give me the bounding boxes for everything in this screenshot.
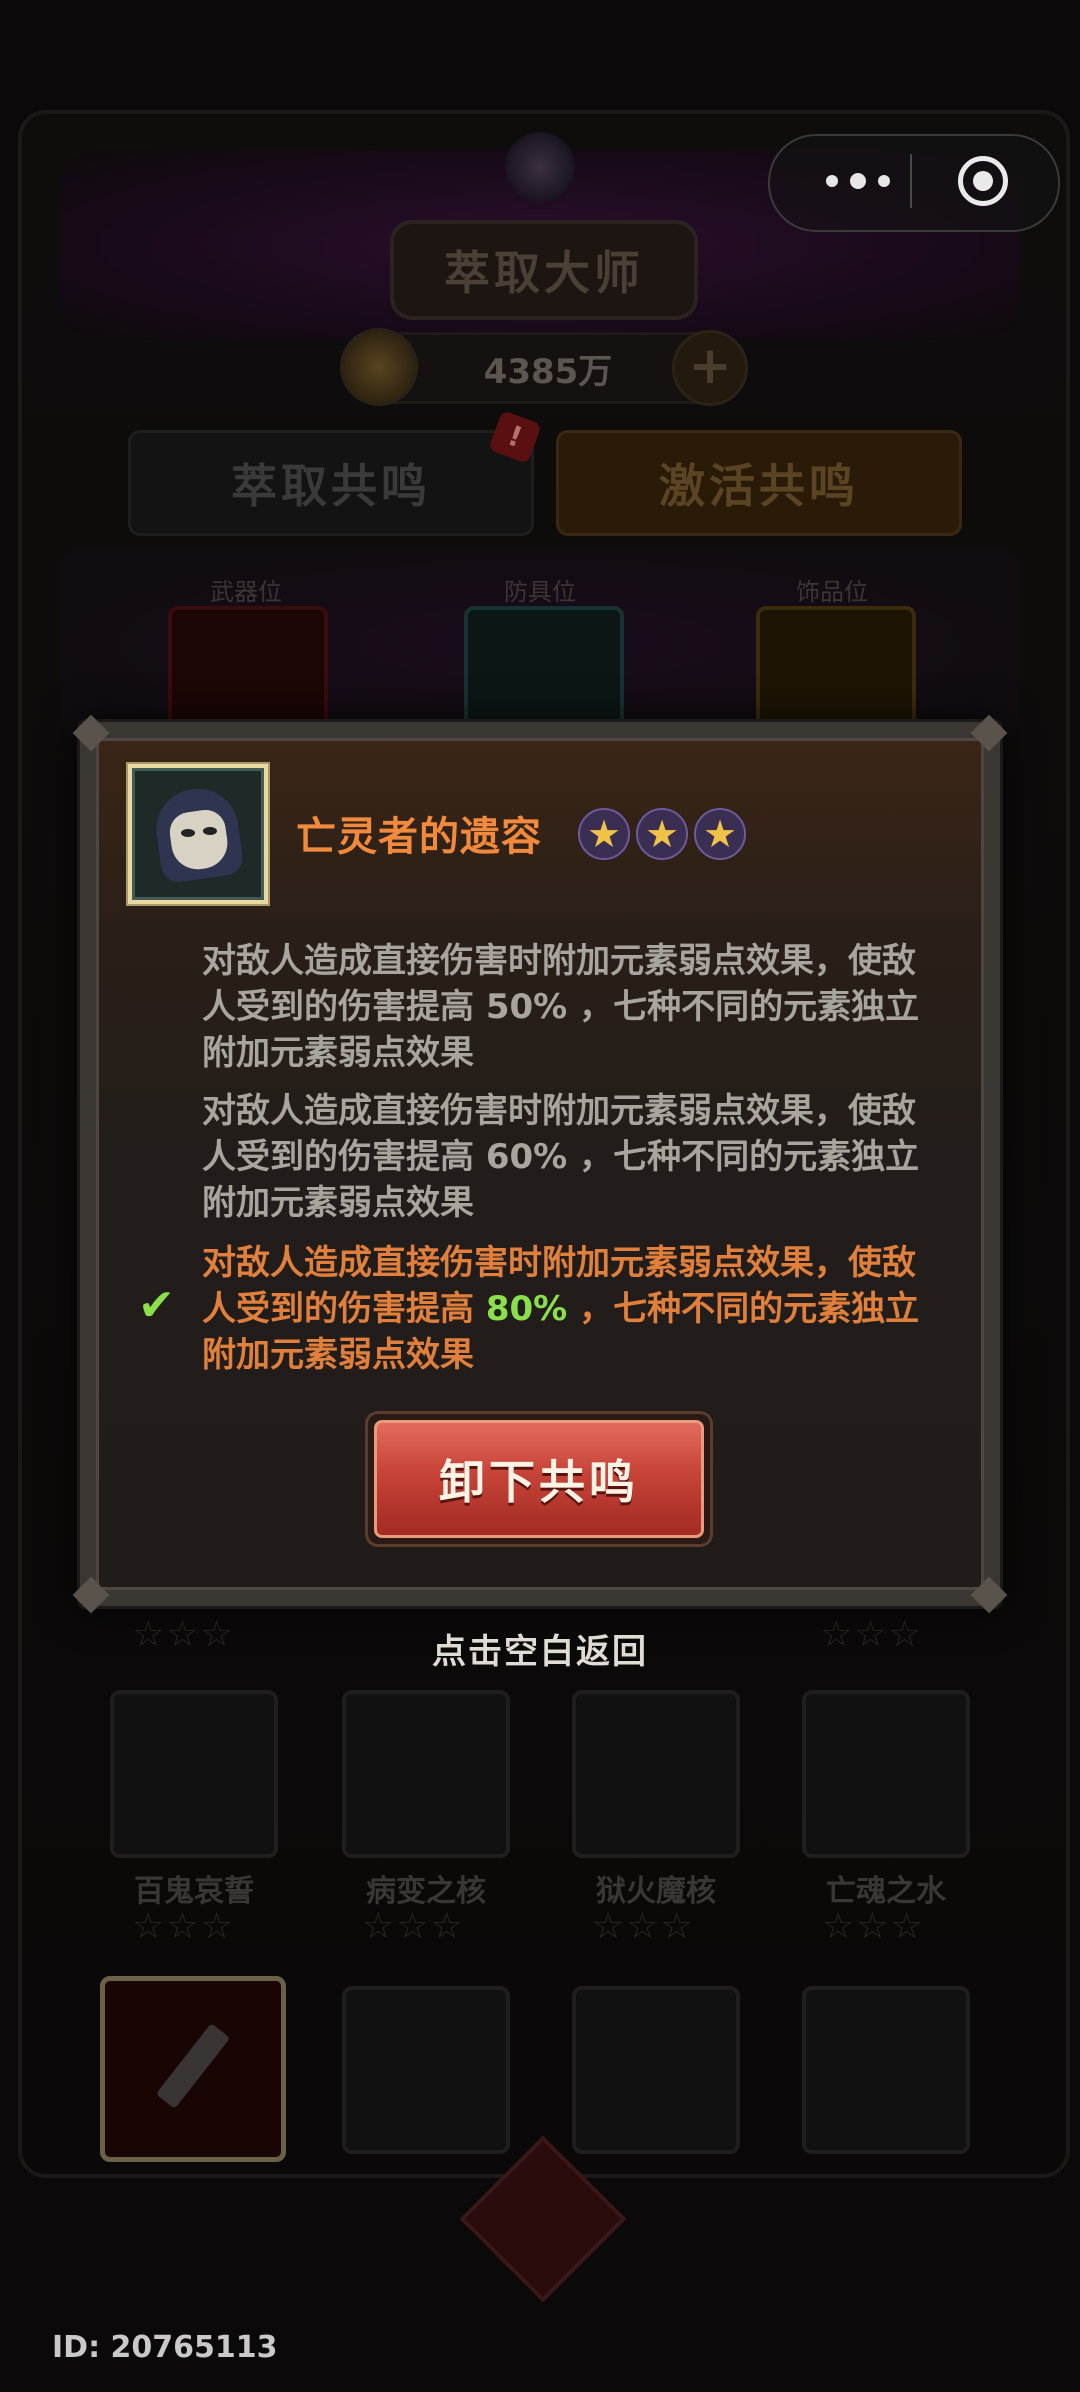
selected-item-card[interactable] (100, 1976, 286, 2162)
star-icon: ★ (636, 808, 688, 860)
item-card[interactable] (572, 1690, 740, 1858)
user-id-label: ID: 20765113 (52, 2330, 278, 2365)
effect-tier-1: 对敌人造成直接伤害时附加元素弱点效果，使敌人受到的伤害提高 50% ，七种不同的… (202, 938, 942, 1076)
effect-percent: 60% (485, 1137, 568, 1177)
item-card[interactable] (802, 1986, 970, 2154)
star-icon: ★ (694, 808, 746, 860)
item-card[interactable] (342, 1690, 510, 1858)
tab-activate-resonance[interactable]: 激活共鸣 (556, 430, 962, 536)
more-options-icon[interactable] (808, 164, 908, 198)
slot-label-weapon: 武器位 (210, 578, 282, 606)
item-name-title: 亡灵者的遗容 (296, 814, 542, 860)
item-stars: ☆☆☆ (822, 1906, 925, 1947)
dagger-icon (155, 2023, 231, 2109)
coin-amount: 4385万 (483, 351, 613, 392)
item-card[interactable] (802, 1690, 970, 1858)
item-card[interactable] (342, 1986, 510, 2154)
unequip-button-label: 卸下共鸣 (374, 1420, 704, 1538)
item-name: 病变之核 (366, 1874, 486, 1909)
item-stars: ☆☆☆ (362, 1906, 465, 1947)
star-rating: ★ ★ ★ (578, 808, 746, 860)
effect-percent: 80% (485, 1289, 568, 1329)
item-stars: ☆☆☆ (132, 1906, 235, 1947)
dismiss-hint[interactable]: 点击空白返回 (0, 1624, 1080, 1673)
hooded-mask-icon (132, 768, 264, 900)
slot-label-accessory: 饰品位 (796, 578, 868, 606)
item-stars: ☆☆☆ (592, 1906, 695, 1947)
add-coins-button[interactable]: + (672, 330, 748, 406)
close-miniprogram-icon[interactable] (958, 156, 1008, 206)
item-name: 百鬼哀誓 (134, 1874, 254, 1909)
coin-icon (340, 328, 418, 406)
effect-tier-3-active: 对敌人造成直接伤害时附加元素弱点效果，使敌人受到的伤害提高 80% ，七种不同的… (202, 1240, 942, 1378)
unequip-resonance-button[interactable]: 卸下共鸣 (368, 1414, 710, 1544)
crystal-orb-icon (505, 132, 575, 202)
tab-extract-resonance[interactable]: 萃取共鸣 (128, 430, 534, 536)
page-title: 萃取大师 (390, 220, 698, 320)
item-name: 狱火魔核 (596, 1874, 716, 1909)
star-icon: ★ (578, 808, 630, 860)
effect-tier-2: 对敌人造成直接伤害时附加元素弱点效果，使敌人受到的伤害提高 60% ，七种不同的… (202, 1088, 942, 1226)
active-check-icon: ✔ (138, 1280, 175, 1331)
item-name: 亡魂之水 (826, 1874, 946, 1909)
slot-label-armor: 防具位 (504, 578, 576, 606)
item-icon (128, 764, 268, 904)
capsule-divider (910, 154, 912, 208)
item-card[interactable] (572, 1986, 740, 2154)
item-card[interactable] (110, 1690, 278, 1858)
effect-percent: 50% (485, 987, 568, 1027)
